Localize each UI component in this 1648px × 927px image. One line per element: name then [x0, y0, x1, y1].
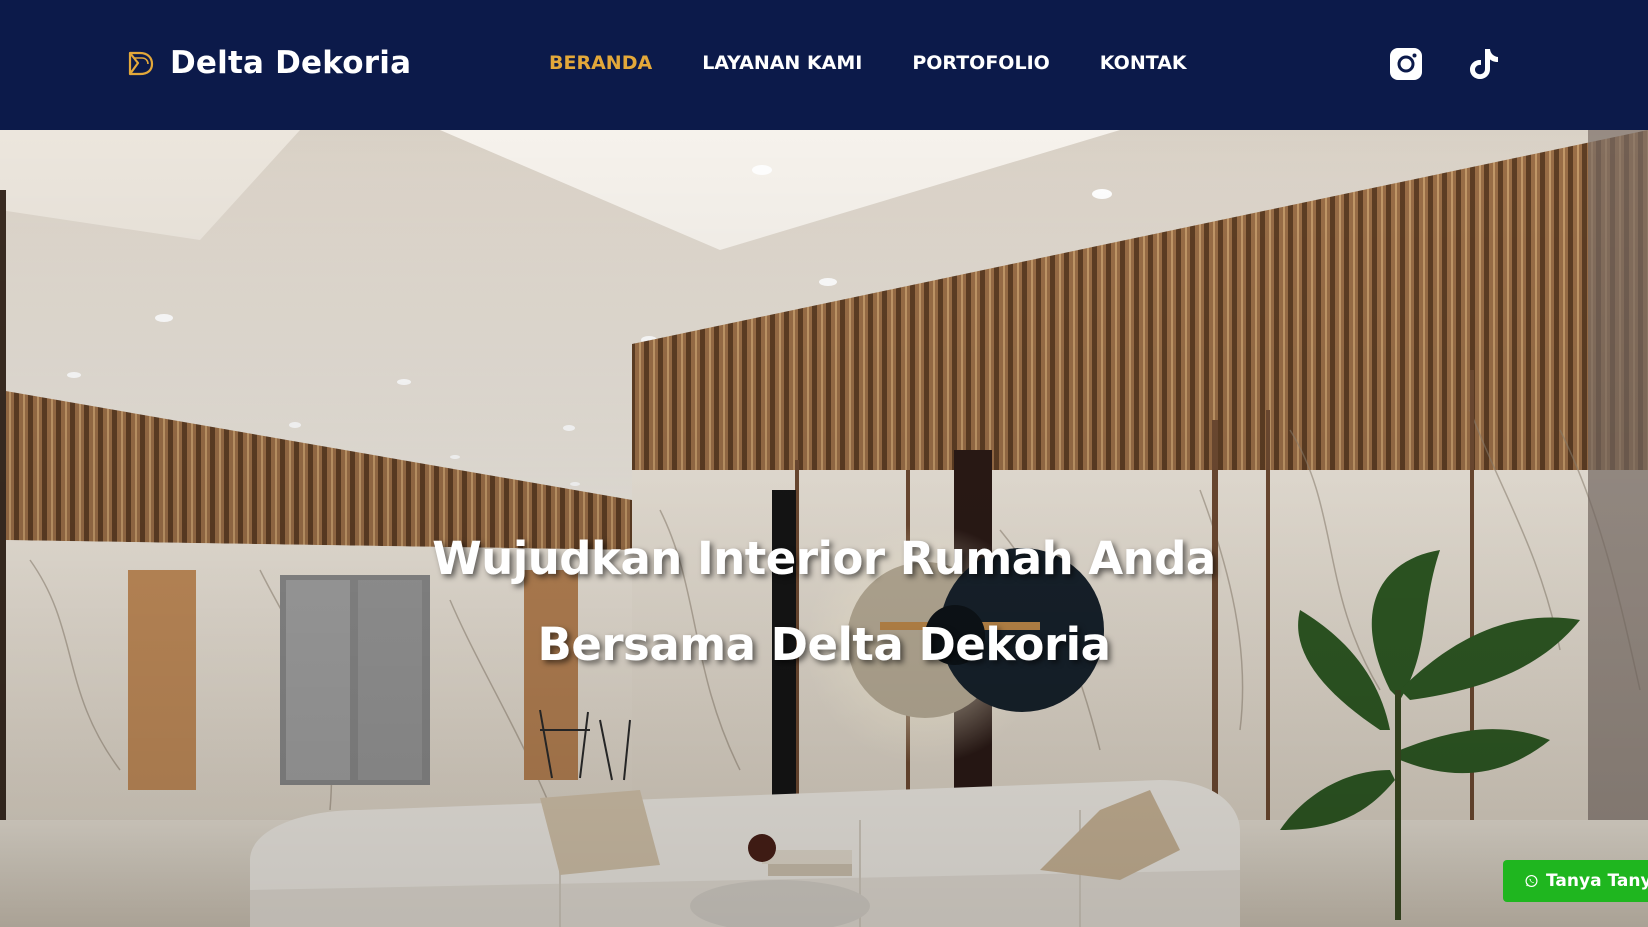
nav-item-beranda[interactable]: BERANDA	[549, 52, 652, 74]
hero-title-line-1: Wujudkan Interior Rumah Anda	[432, 532, 1216, 585]
nav-item-portofolio[interactable]: PORTOFOLIO	[912, 52, 1049, 74]
hero-title-line-2: Bersama Delta Dekoria	[537, 618, 1111, 671]
tiktok-icon	[1470, 49, 1498, 79]
nav-item-kontak[interactable]: KONTAK	[1100, 52, 1187, 74]
delta-d-logo-icon	[128, 51, 154, 76]
hero-background-image	[0, 130, 1648, 927]
brand-name: Delta Dekoria	[170, 45, 412, 81]
whatsapp-chat-label: Tanya Tanya	[1546, 871, 1648, 891]
brand-link[interactable]: Delta Dekoria	[124, 45, 411, 81]
instagram-icon	[1390, 48, 1422, 80]
hero-section: Wujudkan Interior Rumah Anda Bersama Del…	[0, 130, 1648, 927]
nav-item-layanan-kami[interactable]: LAYANAN KAMI	[702, 52, 862, 74]
instagram-link[interactable]	[1388, 46, 1424, 82]
navbar: Delta Dekoria BERANDA LAYANAN KAMI PORTO…	[0, 0, 1648, 130]
tiktok-link[interactable]	[1466, 46, 1502, 82]
whatsapp-icon	[1525, 874, 1538, 888]
whatsapp-chat-button[interactable]: Tanya Tanya	[1503, 860, 1648, 902]
main-nav: BERANDA LAYANAN KAMI PORTOFOLIO KONTAK	[549, 52, 1187, 74]
